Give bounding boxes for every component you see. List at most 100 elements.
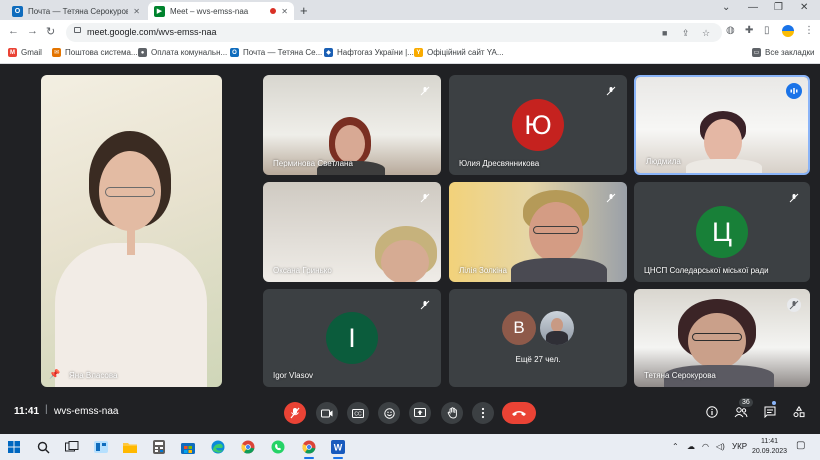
forward-arrow-icon[interactable]: → xyxy=(27,25,38,37)
extensions-puzzle-icon[interactable]: ✚ xyxy=(745,25,753,36)
back-arrow-icon[interactable]: ← xyxy=(8,25,19,37)
bookmark-label: Почта — Тетяна Се... xyxy=(243,48,323,57)
participant-tile[interactable]: Тетяна Серокурова xyxy=(634,289,810,387)
microsoft-store-icon[interactable] xyxy=(180,439,196,455)
mic-off-icon xyxy=(787,298,801,312)
close-window-button[interactable]: ✕ xyxy=(800,2,808,13)
participant-tile[interactable]: Ю Юлия Дресвянникова xyxy=(449,75,627,175)
bookmark-payment[interactable]: ● Оплата комунальн... xyxy=(138,48,227,57)
minimize-button[interactable]: — xyxy=(748,2,758,13)
svg-text:CC: CC xyxy=(354,411,362,417)
bookmark-yasno[interactable]: Y Офіційний сайт YA... xyxy=(414,48,504,57)
participant-avatar: I xyxy=(326,312,378,364)
reactions-button[interactable] xyxy=(378,402,400,424)
notification-icon[interactable]: ▢ xyxy=(796,440,805,451)
bookmark-label: Офіційний сайт YA... xyxy=(427,48,504,57)
extension-globe-icon[interactable]: ◍ xyxy=(726,25,735,36)
camera-toggle-button[interactable] xyxy=(316,402,338,424)
pin-icon[interactable]: 📌 xyxy=(49,369,60,380)
bookmark-outlook[interactable]: O Почта — Тетяна Се... xyxy=(230,48,322,57)
mic-off-icon xyxy=(604,191,618,205)
mic-off-icon xyxy=(290,407,300,419)
activities-icon xyxy=(793,406,805,418)
participant-name: Яна Власова xyxy=(69,371,118,380)
file-explorer-icon[interactable] xyxy=(122,439,138,455)
url-text[interactable]: meet.google.com/wvs-emss-naa xyxy=(87,27,217,37)
close-tab-icon[interactable]: ✕ xyxy=(133,7,140,16)
system-clock[interactable]: 11:41 20.09.2023 xyxy=(752,437,787,457)
windows-start-icon[interactable] xyxy=(6,439,22,455)
participant-name: ЦНСП Соледарської міської ради xyxy=(644,266,769,275)
close-tab-icon[interactable]: ✕ xyxy=(281,7,288,16)
more-participants-label: Ещё 27 чел. xyxy=(515,355,561,364)
browser-toolbar: ← → ↻ meet.google.com/wvs-emss-naa ■ ⇪ ☆… xyxy=(0,20,820,45)
participant-avatar: Ц xyxy=(696,206,748,258)
edge-icon[interactable] xyxy=(210,439,226,455)
restore-button[interactable]: ❐ xyxy=(774,2,783,13)
reload-icon[interactable]: ↻ xyxy=(46,25,55,38)
chrome-icon[interactable] xyxy=(240,439,256,455)
meeting-details-button[interactable] xyxy=(704,404,720,420)
calculator-icon[interactable] xyxy=(151,439,167,455)
volume-icon[interactable]: ◁) xyxy=(716,442,725,451)
participant-tile[interactable]: Перминова Светлана xyxy=(263,75,441,175)
tab-outlook[interactable]: O Почта — Тетяна Серокурова — ✕ xyxy=(6,2,146,20)
bookmark-label: Оплата комунальн... xyxy=(151,48,228,57)
participant-tile[interactable]: Лілія Золкіна xyxy=(449,182,627,282)
participant-avatar: Ю xyxy=(512,99,564,151)
more-participants-avatars: В xyxy=(502,311,574,345)
word-icon[interactable]: W xyxy=(330,439,346,459)
people-icon xyxy=(734,407,748,418)
camera-icon[interactable]: ■ xyxy=(662,28,667,38)
mic-toggle-button[interactable] xyxy=(284,402,306,424)
new-tab-button[interactable]: + xyxy=(300,3,308,18)
side-panel-icon[interactable]: ▯ xyxy=(764,25,770,36)
address-bar[interactable]: meet.google.com/wvs-emss-naa ■ ⇪ ☆ xyxy=(66,23,722,42)
meeting-code: wvs-emss-naa xyxy=(54,406,119,417)
chevron-up-icon[interactable]: ⌃ xyxy=(672,442,679,451)
folder-icon: ▭ xyxy=(752,48,761,57)
all-bookmarks[interactable]: ▭ Все закладки xyxy=(752,48,814,57)
participant-tile-active-speaker[interactable]: Людмила xyxy=(634,75,810,175)
separator: | xyxy=(45,404,48,415)
more-options-button[interactable] xyxy=(472,402,494,424)
activities-button[interactable] xyxy=(791,404,807,420)
participant-tile[interactable]: Ц ЦНСП Соледарської міської ради xyxy=(634,182,810,282)
chat-button[interactable] xyxy=(762,404,778,420)
profile-avatar[interactable] xyxy=(782,25,794,37)
captions-button[interactable]: CC xyxy=(347,402,369,424)
more-menu-icon[interactable]: ⋮ xyxy=(804,25,814,36)
bookmark-naftogaz[interactable]: ◆ Нафтогаз України |... xyxy=(324,48,414,57)
bookmark-star-icon[interactable]: ☆ xyxy=(702,28,710,39)
bookmark-mail-system[interactable]: ✉ Поштова система... xyxy=(52,48,138,57)
clock-time: 11:41 xyxy=(761,438,779,445)
share-icon[interactable]: ⇪ xyxy=(682,28,690,39)
pinned-participant-tile[interactable]: 📌 Яна Власова xyxy=(41,75,222,387)
meet-control-bar: 11:41 | wvs-emss-naa CC 36 xyxy=(0,396,820,434)
yasno-icon: Y xyxy=(414,48,423,57)
widgets-icon[interactable] xyxy=(93,439,109,455)
mic-off-icon xyxy=(418,84,432,98)
whatsapp-icon[interactable] xyxy=(270,439,286,455)
present-screen-button[interactable] xyxy=(409,402,431,424)
chevron-down-icon[interactable]: ⌄ xyxy=(722,2,730,13)
participant-name: Юлия Дресвянникова xyxy=(459,159,540,168)
tab-meet[interactable]: ▶ Meet – wvs-emss-naa ✕ xyxy=(148,2,294,20)
task-view-icon[interactable] xyxy=(64,439,80,455)
participant-tile[interactable]: Оксана Гринько xyxy=(263,182,441,282)
wifi-icon[interactable]: ◠ xyxy=(702,442,709,451)
more-participants-tile[interactable]: В Ещё 27 чел. xyxy=(449,289,627,387)
bookmark-label: Нафтогаз України |... xyxy=(337,48,414,57)
leave-call-button[interactable] xyxy=(502,402,536,424)
search-icon[interactable] xyxy=(35,439,51,455)
windows-taskbar: W ⌃ ☁ ◠ ◁) УКР 11:41 20.09.2023 ▢ xyxy=(0,434,820,460)
language-indicator[interactable]: УКР xyxy=(732,442,747,451)
onedrive-icon[interactable]: ☁ xyxy=(687,442,695,451)
chrome-active-icon[interactable] xyxy=(301,439,317,459)
participant-tile[interactable]: I Igor Vlasov xyxy=(263,289,441,387)
clock-date: 20.09.2023 xyxy=(752,448,788,455)
bookmark-gmail[interactable]: M Gmail xyxy=(8,48,42,57)
mic-off-icon xyxy=(418,298,432,312)
people-button[interactable] xyxy=(733,404,749,420)
raise-hand-button[interactable] xyxy=(441,402,463,424)
